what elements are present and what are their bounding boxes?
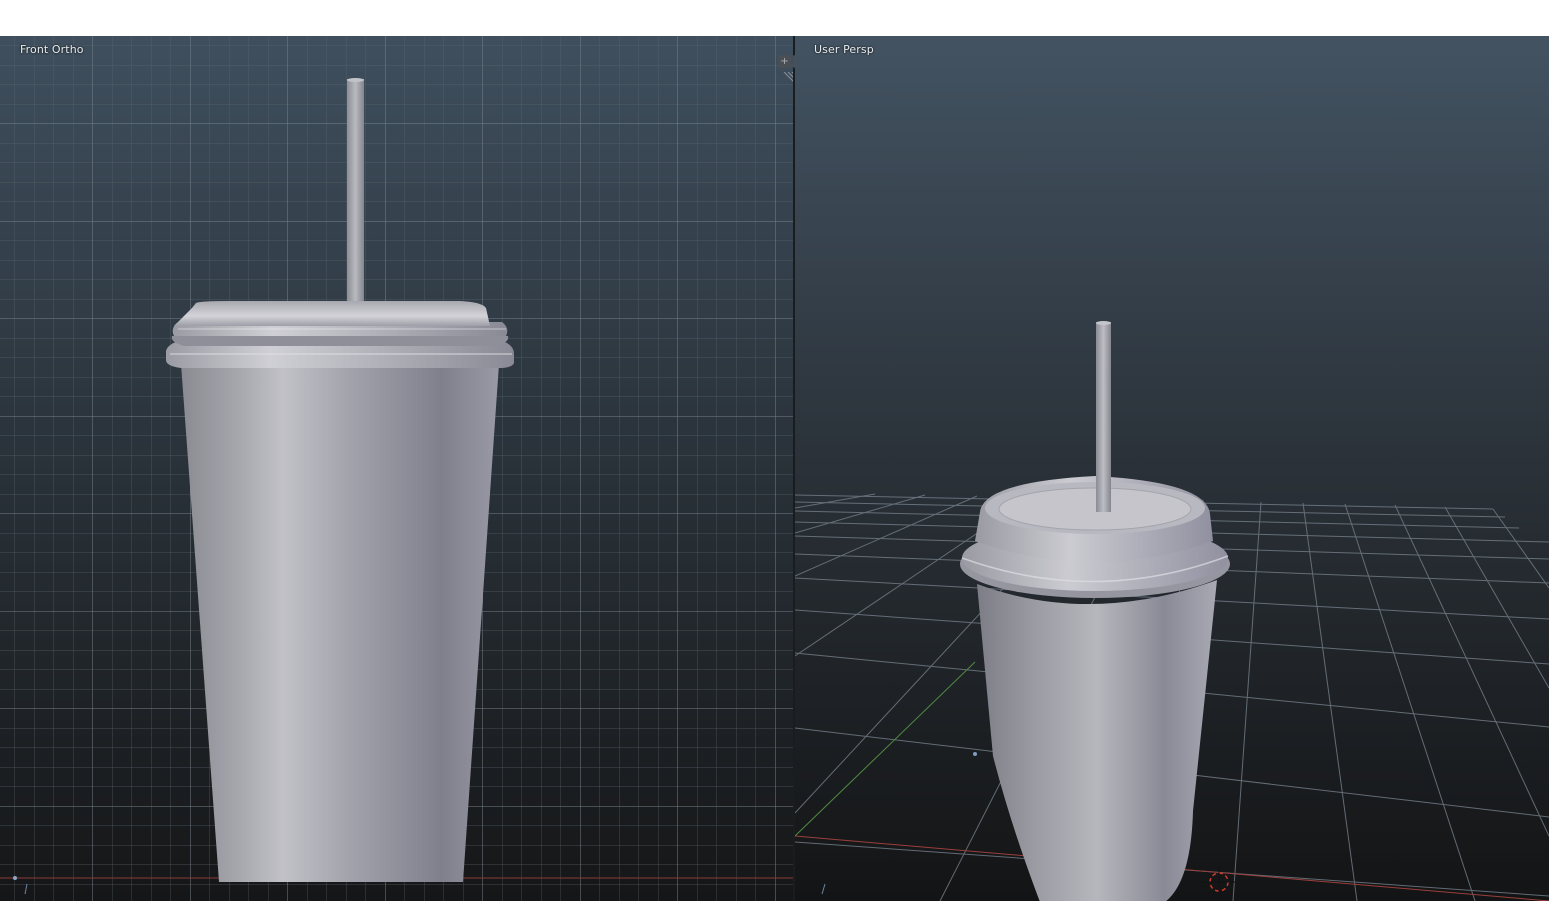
- viewport-label-front-ortho: Front Ortho: [20, 43, 84, 56]
- cup-lid[interactable]: [166, 301, 514, 368]
- plus-icon[interactable]: +: [778, 55, 791, 68]
- viewport-label-user-persp: User Persp: [814, 43, 874, 56]
- cup-lid[interactable]: [960, 476, 1230, 598]
- object-origin-dot: [973, 752, 977, 756]
- viewport-front-ortho[interactable]: Front Ortho: [0, 36, 793, 901]
- viewport-corner-hatch-icon[interactable]: [780, 72, 793, 82]
- straw[interactable]: [347, 78, 364, 304]
- top-blank-area: [0, 0, 1549, 36]
- user-persp-canvas[interactable]: [795, 36, 1549, 901]
- straw[interactable]: [1096, 321, 1111, 512]
- object-origin-dot: [13, 876, 17, 880]
- front-ortho-canvas[interactable]: [0, 36, 793, 901]
- viewport-user-persp[interactable]: User Persp: [795, 36, 1549, 901]
- cup-body[interactable]: [181, 364, 499, 882]
